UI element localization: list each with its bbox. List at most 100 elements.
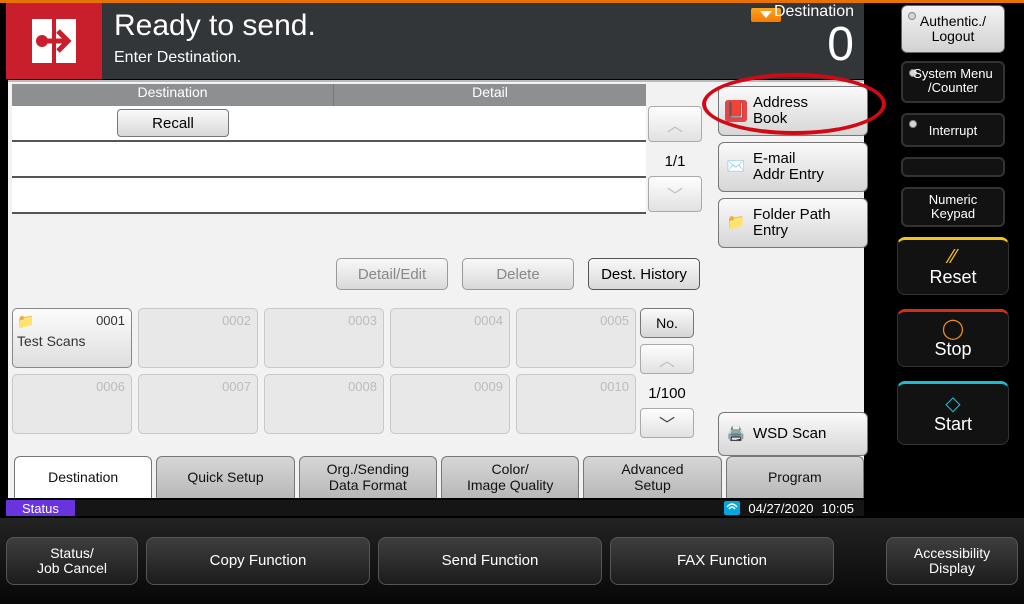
fax-function-button[interactable]: FAX Function (610, 537, 834, 585)
folder-entry-label: Folder Path Entry (753, 207, 831, 240)
right-rail: Authentic./ Logout System Menu /Counter … (886, 5, 1020, 498)
mid-actions: Detail/Edit Delete Dest. History (336, 258, 700, 290)
quickdial-number: 0010 (600, 379, 629, 394)
scroll-down-button[interactable]: ﹀ (648, 176, 702, 212)
quickdial-slot: 0007 (138, 374, 258, 434)
wsd-scan-button[interactable]: 🖨️ WSD Scan (718, 412, 868, 456)
auth-logout-button[interactable]: Authentic./ Logout (901, 5, 1005, 53)
address-book-button[interactable]: 📕 Address Book (718, 86, 868, 136)
copy-function-button[interactable]: Copy Function (146, 537, 370, 585)
led-icon (909, 120, 917, 128)
interrupt-button[interactable]: Interrupt (901, 113, 1005, 147)
destination-page: 1/1 (648, 146, 702, 176)
tab-label: Program (768, 470, 822, 485)
auth-logout-label: Authentic./ Logout (920, 14, 986, 45)
quickdial-number: 0004 (474, 313, 503, 328)
quickdial-slot: 0009 (390, 374, 510, 434)
status-date: 04/27/2020 (748, 501, 813, 516)
stop-button[interactable]: ◯ Stop (897, 309, 1009, 367)
col-destination: Destination (12, 84, 334, 106)
tab-program[interactable]: Program (726, 456, 864, 498)
folder-icon: 📁 (17, 313, 34, 330)
scroll-up-button[interactable]: ︿ (648, 106, 702, 142)
quickdial-number: 0006 (96, 379, 125, 394)
status-bar: Status 04/27/2020 10:05 (6, 500, 864, 516)
detail-edit-button[interactable]: Detail/Edit (336, 258, 448, 290)
scroll-up-button[interactable]: ︿ (640, 344, 694, 374)
destination-count: 0 (774, 21, 854, 69)
start-icon: ◇ (945, 394, 960, 414)
tab-advanced[interactable]: Advanced Setup (583, 456, 721, 498)
tab-label: Color/ Image Quality (467, 462, 553, 493)
table-row[interactable] (12, 178, 646, 214)
folder-icon: 📁 (725, 212, 747, 234)
quickdial-slot: 0003 (264, 308, 384, 368)
delete-button[interactable]: Delete (462, 258, 574, 290)
quickdial-number: 0005 (600, 313, 629, 328)
reset-icon: ⁄⁄ (950, 247, 957, 267)
send-mode-icon (6, 3, 102, 79)
table-header: Destination Detail (12, 84, 646, 106)
chevron-down-icon: ﹀ (667, 182, 683, 206)
page-title: Ready to send. (114, 9, 316, 43)
tab-color-quality[interactable]: Color/ Image Quality (441, 456, 579, 498)
quickdial-number: 0007 (222, 379, 251, 394)
main-panel: Destination Detail Recall ︿ 1/1 ﹀ 📕 Addr… (8, 80, 864, 498)
header: Ready to send. Enter Destination. Destin… (6, 3, 864, 79)
quickdial-slot: 0004 (390, 308, 510, 368)
chevron-up-icon: ︿ (659, 347, 675, 371)
start-label: Start (934, 414, 972, 435)
system-menu-button[interactable]: System Menu /Counter (901, 61, 1005, 103)
destination-table: Recall (12, 106, 646, 214)
accessibility-button[interactable]: Accessibility Display (886, 537, 1018, 585)
send-function-button[interactable]: Send Function (378, 537, 602, 585)
table-row[interactable]: Recall (12, 106, 646, 142)
quickdial-scroll: No. ︿ 1/100 ﹀ (640, 308, 696, 442)
status-time: 10:05 (821, 501, 854, 516)
table-row[interactable] (12, 142, 646, 178)
status-job-cancel-button[interactable]: Status/ Job Cancel (6, 537, 138, 585)
tab-destination[interactable]: Destination (14, 456, 152, 498)
scroll-down-button[interactable]: ﹀ (640, 408, 694, 438)
destination-scroll: ︿ 1/1 ﹀ (648, 106, 704, 216)
page-subtitle: Enter Destination. (114, 49, 316, 67)
dest-history-button[interactable]: Dest. History (588, 258, 700, 290)
quickdial-number-button[interactable]: No. (640, 308, 694, 338)
quickdial-number: 0001 (96, 313, 125, 328)
quickdial-slot: 0010 (516, 374, 636, 434)
chevron-down-icon: ﹀ (659, 411, 675, 435)
numeric-keypad-label: Numeric Keypad (929, 193, 977, 222)
wsd-scan-icon: 🖨️ (725, 423, 747, 445)
quickdial-slot: 0005 (516, 308, 636, 368)
entry-column: 📕 Address Book ✉️ E-mail Addr Entry 📁 Fo… (718, 86, 868, 254)
system-menu-label: System Menu /Counter (913, 67, 992, 96)
blank-button[interactable] (901, 157, 1005, 177)
address-book-icon: 📕 (725, 100, 747, 122)
label: Accessibility Display (914, 546, 990, 577)
quickdial-label: Test Scans (17, 333, 85, 349)
folder-entry-button[interactable]: 📁 Folder Path Entry (718, 198, 868, 248)
tab-org-sending[interactable]: Org./Sending Data Format (299, 456, 437, 498)
tab-quick-setup[interactable]: Quick Setup (156, 456, 294, 498)
quickdial-slot: 0002 (138, 308, 258, 368)
col-detail: Detail (334, 84, 646, 106)
tab-label: Destination (48, 470, 118, 485)
quickdial-slot[interactable]: 📁 0001 Test Scans (12, 308, 132, 368)
tab-label: Quick Setup (187, 470, 263, 485)
status-tag[interactable]: Status (6, 500, 75, 516)
recall-button[interactable]: Recall (117, 109, 229, 137)
quickdial-page: 1/100 (640, 378, 694, 408)
quickdial-slot: 0006 (12, 374, 132, 434)
quickdial-slot: 0008 (264, 374, 384, 434)
interrupt-label: Interrupt (929, 124, 977, 138)
email-entry-button[interactable]: ✉️ E-mail Addr Entry (718, 142, 868, 192)
email-icon: ✉️ (725, 156, 747, 178)
chevron-up-icon: ︿ (667, 112, 683, 136)
tab-label: Advanced Setup (621, 462, 683, 493)
stop-label: Stop (934, 339, 971, 360)
reset-label: Reset (929, 267, 976, 288)
reset-button[interactable]: ⁄⁄ Reset (897, 237, 1009, 295)
quickdial-number: 0003 (348, 313, 377, 328)
numeric-keypad-button[interactable]: Numeric Keypad (901, 187, 1005, 227)
start-button[interactable]: ◇ Start (897, 381, 1009, 445)
